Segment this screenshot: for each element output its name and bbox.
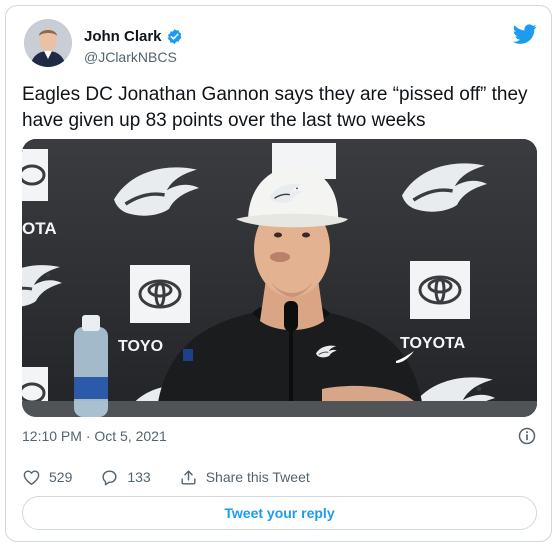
replies-count: 133 <box>127 469 151 485</box>
press-conference-photo: OTA TOYO TOYOTA <box>22 139 537 417</box>
verified-badge-icon <box>167 29 181 44</box>
backdrop-text-right: TOYOTA <box>400 335 466 352</box>
tweet-card: John Clark @JClarkNBCS Eagles DC Jonatha… <box>5 5 552 542</box>
like-action[interactable]: 529 <box>22 468 72 487</box>
share-icon <box>181 469 196 485</box>
author-name-row: John Clark <box>84 28 183 45</box>
tweet-timestamp[interactable]: 12:10 PM · Oct 5, 2021 <box>22 428 167 444</box>
share-label: Share this Tweet <box>205 469 310 485</box>
heart-icon <box>23 469 40 485</box>
twitter-bird-icon[interactable] <box>513 22 537 46</box>
avatar[interactable] <box>24 19 72 67</box>
share-action[interactable]: Share this Tweet <box>179 468 310 487</box>
likes-count: 529 <box>49 469 73 485</box>
reply-bubble-icon <box>102 469 117 485</box>
backdrop-text-mid-left: TOYO <box>118 338 163 355</box>
reply-action[interactable]: 133 <box>100 468 151 487</box>
avatar-photo <box>24 19 72 67</box>
backdrop-text-left: OTA <box>22 219 57 238</box>
tweet-media-image[interactable]: OTA TOYO TOYOTA <box>22 139 537 417</box>
tweet-text: Eagles DC Jonathan Gannon says they are … <box>22 84 528 131</box>
tweet-actions: 529 133 Share this Tweet <box>22 466 338 488</box>
info-icon[interactable] <box>517 426 537 446</box>
tweet-your-reply-button[interactable]: Tweet your reply <box>22 496 537 530</box>
author-display-name[interactable]: John Clark <box>84 28 162 45</box>
author-handle[interactable]: @JClarkNBCS <box>84 49 177 65</box>
